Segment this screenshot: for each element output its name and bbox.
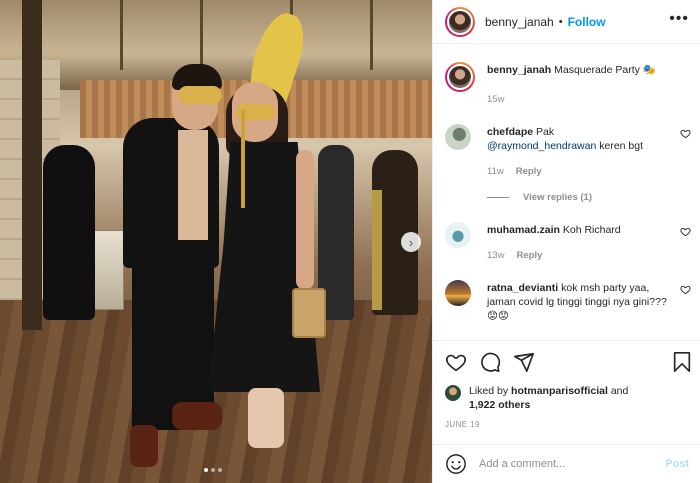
likes-count[interactable]: 1,922 others [469,399,530,411]
heart-icon[interactable] [680,284,691,295]
liker-username[interactable]: hotmanparisofficial [511,385,608,397]
handbag [292,288,326,338]
gold-masquerade-mask [178,86,222,104]
mask-stick [241,110,245,208]
view-replies-label: View replies (1) [523,192,592,203]
liker-avatar[interactable] [445,385,461,401]
action-bar [433,340,700,382]
comment-meta: 11w Reply [487,166,542,177]
commenter-avatar[interactable] [445,222,471,248]
heart-icon[interactable] [445,351,467,373]
ceiling-beam [120,0,123,70]
caption-content: Masquerade Party 🎭 [554,64,656,76]
commenter-avatar[interactable] [445,124,471,150]
gold-prop [372,190,382,310]
mention-link[interactable]: @raymond_hendrawan [487,140,596,152]
ceiling-beam [370,0,373,70]
post-comment-button[interactable]: Post [665,458,689,470]
carousel-dots [204,468,222,472]
author-avatar[interactable] [445,6,475,37]
comment-bubble-icon[interactable] [479,351,501,373]
background-guest [43,145,95,320]
caption-username[interactable]: benny_janah [487,64,551,76]
comment-text: muhamad.zain Koh Richard [487,223,675,237]
caption-age: 15w [487,94,505,105]
avatar-image [447,64,473,90]
author-username[interactable]: benny_janah [485,15,554,29]
carousel-dot-active [204,468,208,472]
post-date[interactable]: JUNE 19 [445,420,480,429]
avatar-image [447,8,473,35]
comment-input[interactable] [479,458,659,470]
comment-age: 13w [487,250,505,261]
likes-joiner: and [610,385,629,397]
comment-composer: Post [433,444,700,483]
likes-prefix: Liked by [469,385,509,397]
comment-text: ratna_devianti kok msh party yaa, jaman … [487,281,675,323]
author-avatar[interactable] [445,62,475,92]
comment-content: Pak [536,126,555,138]
post-sidebar: benny_janah • Follow ••• benny_janah Mas… [432,0,700,483]
comment-text: chefdape Pak @raymond_hendrawan keren bg… [487,125,675,153]
comment-age: 11w [487,166,504,177]
caption-meta: 15w [487,94,504,105]
comments-list: benny_janah Masquerade Party 🎭 15w chefd… [433,44,700,340]
post-photo[interactable]: › [0,0,432,483]
comment-meta: 13w Reply [487,250,542,261]
paper-plane-icon[interactable] [513,351,535,373]
likes-summary: Liked by hotmanparisofficial and 1,922 o… [445,384,691,412]
man-shoe [172,402,222,430]
carousel-dot [211,468,215,472]
commenter-avatar[interactable] [445,280,471,306]
man-shirt [178,130,208,240]
commenter-username[interactable]: chefdape [487,126,533,138]
emoji-smiley-icon[interactable] [445,453,467,475]
follow-button[interactable]: Follow [568,15,606,29]
carousel-dot [218,468,222,472]
commenter-username[interactable]: ratna_devianti [487,282,558,294]
comment-content: Koh Richard [562,224,621,236]
reply-button[interactable]: Reply [516,250,542,261]
view-replies-button[interactable]: View replies (1) [487,192,592,203]
carousel-next-button[interactable]: › [401,232,421,252]
more-options-icon[interactable]: ••• [669,10,689,28]
separator-dot: • [558,15,563,28]
woman-arm [296,150,314,290]
heart-icon[interactable] [680,128,691,139]
heart-icon[interactable] [680,226,691,237]
bookmark-icon[interactable] [671,351,693,373]
comment-content: keren bgt [599,140,644,152]
post-header: benny_janah • Follow ••• [433,0,700,44]
man-shoe [130,425,158,467]
commenter-username[interactable]: muhamad.zain [487,224,560,236]
reply-button[interactable]: Reply [516,166,542,177]
replies-divider [487,197,509,198]
pillar [22,0,42,330]
chevron-right-icon: › [408,234,414,250]
woman-legs [248,388,284,448]
likes-text: Liked by hotmanparisofficial and 1,922 o… [445,384,691,412]
ceiling-beam [200,0,203,70]
caption-text: benny_janah Masquerade Party 🎭 [487,63,675,77]
